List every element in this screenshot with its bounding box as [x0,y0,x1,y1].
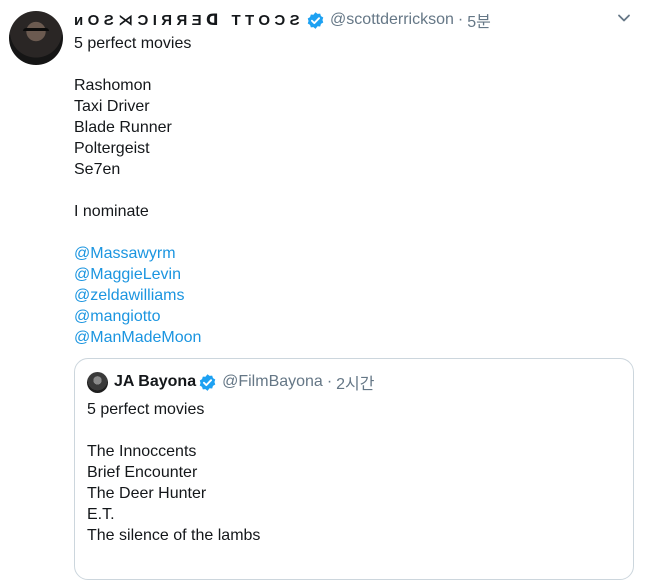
author-handle[interactable]: @scottderrickson [330,11,454,29]
chevron-down-icon[interactable] [617,11,631,25]
avatar[interactable] [9,11,63,65]
verified-badge-icon [306,11,325,30]
quoted-line: The Deer Hunter [87,485,207,502]
tweet-header: ᴎOƧ⋊ƆIЯЯƎᗡ TTOƆƧ @scottderrickson · 5분 [74,9,491,31]
tweet-text: 5 perfect movies Rashomon Taxi Driver Bl… [74,33,634,348]
quoted-avatar [87,371,108,393]
avatar-glasses [23,28,49,39]
quoted-timestamp: 2시간 [336,376,375,393]
mention-link[interactable]: @Massawyrm [74,245,176,262]
author-display-name[interactable]: ᴎOƧ⋊ƆIЯЯƎᗡ TTOƆƧ [74,11,304,29]
verified-badge-icon [198,373,217,392]
tweet-line: Rashomon [74,77,152,94]
quoted-tweet-card[interactable]: JA Bayona @FilmBayona · 2시간 5 perfect mo… [74,358,634,580]
separator-dot: · [326,373,333,390]
quoted-author-handle: @FilmBayona [222,373,323,390]
mention-link[interactable]: @zeldawilliams [74,287,185,304]
quoted-line: The silence of the lambs [87,527,261,544]
tweet-line: Taxi Driver [74,98,150,115]
tweet-line: I nominate [74,203,149,220]
tweet-line: Poltergeist [74,140,150,157]
tweet-line: Se7en [74,161,121,178]
quoted-author-name: JA Bayona [114,373,197,390]
quoted-line: 5 perfect movies [87,401,205,418]
quoted-tweet-text: 5 perfect movies The Innoccents Brief En… [87,399,617,546]
tweet-line: Blade Runner [74,119,172,136]
quoted-line: E.T. [87,506,115,523]
mention-link[interactable]: @ManMadeMoon [74,329,201,346]
quoted-line: The Innoccents [87,443,197,460]
tweet-line: 5 perfect movies [74,35,192,52]
mention-link[interactable]: @MaggieLevin [74,266,181,283]
mention-link[interactable]: @mangiotto [74,308,161,325]
tweet-timestamp[interactable]: 5분 [467,8,491,32]
quoted-line: Brief Encounter [87,464,198,481]
separator-dot: · [457,11,464,28]
quoted-tweet-header: JA Bayona @FilmBayona · 2시간 [87,371,375,393]
